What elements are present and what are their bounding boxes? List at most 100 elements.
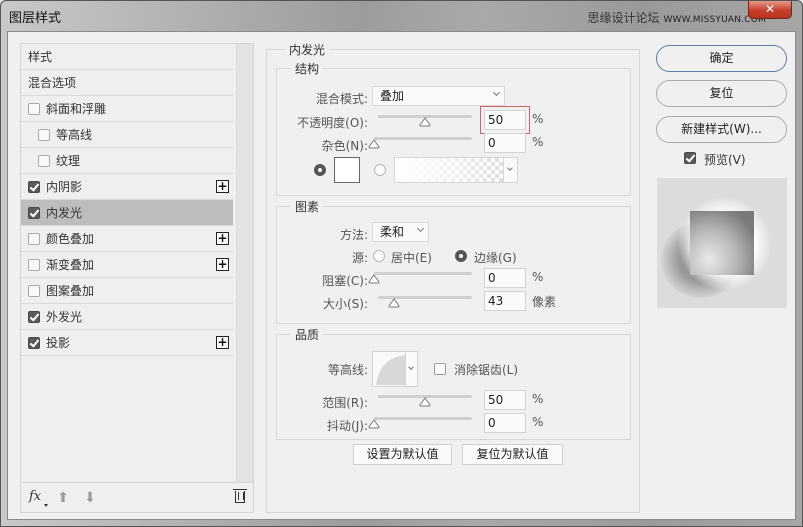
elements-legend: 图素 [291, 198, 324, 215]
style-list-item[interactable]: 图案叠加 [21, 278, 233, 304]
style-list-item[interactable]: 等高线 [21, 122, 233, 148]
size-slider[interactable] [378, 295, 472, 309]
add-effect-icon[interactable]: + [216, 180, 229, 193]
gradient-picker[interactable] [394, 157, 518, 183]
fx-icon[interactable]: fx [29, 489, 41, 504]
move-up-icon[interactable]: ⬆ [57, 491, 69, 505]
style-list-item[interactable]: 内阴影 + [21, 174, 233, 200]
reset-default-button[interactable]: 复位为默认值 [462, 444, 563, 465]
watermark-text: 思缘设计论坛 [587, 11, 660, 25]
add-effect-icon[interactable]: + [216, 336, 229, 349]
structure-group: 结构 混合模式: 叠加 不透明度(O): 50 % 杂色(N): 0 % [276, 60, 631, 196]
blend-mode-select[interactable]: 叠加 [372, 86, 505, 106]
style-list-item[interactable]: 内发光 [21, 200, 233, 226]
noise-input[interactable]: 0 [484, 133, 526, 153]
add-effect-icon[interactable]: + [216, 232, 229, 245]
style-checkbox[interactable] [28, 258, 40, 271]
chevron-down-icon [416, 224, 425, 233]
antialias-label[interactable]: 消除锯齿(L) [454, 361, 518, 378]
slider-track [374, 417, 472, 420]
style-checkbox[interactable] [28, 284, 40, 297]
size-label: 大小(S): [322, 297, 368, 311]
size-input[interactable]: 43 [484, 291, 526, 311]
method-select[interactable]: 柔和 [372, 222, 429, 242]
slider-thumb[interactable] [368, 419, 380, 429]
style-checkbox[interactable] [38, 154, 50, 167]
noise-slider[interactable] [368, 136, 472, 150]
style-list-item[interactable]: 渐变叠加 + [21, 252, 233, 278]
gradient-radio[interactable] [374, 164, 386, 176]
noise-label: 杂色(N): [321, 139, 368, 153]
style-list-scrollbar[interactable] [236, 44, 253, 482]
glow-color-swatch[interactable] [334, 157, 360, 183]
style-list: 样式混合选项斜面和浮雕等高线纹理内阴影 + 内发光 颜色叠加 + 渐变叠加 + 图案叠加外发光… [20, 43, 254, 513]
slider-thumb[interactable] [419, 397, 431, 407]
slider-thumb[interactable] [388, 298, 400, 308]
preview-checkbox[interactable] [684, 152, 696, 164]
add-effect-icon[interactable]: + [216, 258, 229, 271]
choke-slider[interactable] [368, 271, 472, 285]
style-list-item-label: 渐变叠加 [46, 258, 95, 272]
contour-curve-icon [376, 355, 406, 385]
choke-input[interactable]: 0 [484, 268, 526, 288]
new-style-button[interactable]: 新建样式(W)... [656, 116, 787, 143]
style-list-item[interactable]: 样式 [21, 44, 233, 70]
solid-color-radio[interactable] [314, 164, 326, 176]
slider-thumb[interactable] [419, 117, 431, 127]
chevron-down-icon [408, 364, 414, 370]
move-down-icon[interactable]: ⬇ [84, 491, 96, 505]
preview-label[interactable]: 预览(V) [704, 151, 746, 168]
contour-dropdown-button[interactable] [405, 352, 417, 386]
style-list-item[interactable]: 投影 + [21, 330, 233, 356]
style-list-item-label: 外发光 [46, 310, 83, 324]
dialog-title: 图层样式 [9, 11, 62, 26]
style-list-item[interactable]: 颜色叠加 + [21, 226, 233, 252]
style-checkbox[interactable] [38, 128, 50, 141]
contour-picker[interactable] [372, 351, 418, 387]
style-checkbox[interactable] [28, 336, 40, 349]
trash-icon[interactable] [233, 489, 247, 503]
source-center-radio[interactable] [373, 250, 385, 262]
method-label: 方法: [339, 228, 368, 242]
style-checkbox[interactable] [28, 102, 40, 115]
slider-thumb[interactable] [368, 274, 380, 284]
ok-button[interactable]: 确定 [656, 45, 787, 72]
style-list-item[interactable]: 外发光 [21, 304, 233, 330]
inner-glow-group: 内发光 结构 混合模式: 叠加 不透明度(O): 50 % 杂色(N): 0 %… [266, 41, 640, 513]
style-checkbox[interactable] [28, 180, 40, 193]
style-list-footer: fx ⬆ ⬇ [21, 482, 253, 512]
opacity-slider[interactable] [378, 114, 472, 128]
range-input[interactable]: 50 [484, 390, 526, 410]
jitter-slider[interactable] [368, 416, 472, 430]
choke-unit: % [532, 270, 544, 284]
source-center-label[interactable]: 居中(E) [391, 249, 432, 266]
range-slider[interactable] [378, 394, 472, 408]
reset-button[interactable]: 复位 [656, 80, 787, 107]
style-checkbox[interactable] [28, 206, 40, 219]
jitter-input[interactable]: 0 [484, 413, 526, 433]
style-list-item-label: 纹理 [56, 154, 81, 168]
gradient-dropdown-button[interactable] [503, 158, 517, 182]
style-list-item-label: 投影 [46, 336, 71, 350]
style-list-item-label: 斜面和浮雕 [46, 102, 107, 116]
style-list-item-label: 样式 [28, 50, 53, 64]
dialog-body: 样式混合选项斜面和浮雕等高线纹理内阴影 + 内发光 颜色叠加 + 渐变叠加 + 图案叠加外发光… [7, 31, 796, 520]
style-checkbox[interactable] [28, 232, 40, 245]
fx-dropdown-caret-icon[interactable] [44, 504, 48, 507]
style-checkbox[interactable] [28, 310, 40, 323]
opacity-input[interactable]: 50 [480, 106, 530, 134]
slider-thumb[interactable] [368, 139, 380, 149]
close-button[interactable]: ✕ [748, 1, 792, 19]
make-default-button[interactable]: 设置为默认值 [353, 444, 452, 465]
style-list-item[interactable]: 混合选项 [21, 70, 233, 96]
style-list-item[interactable]: 纹理 [21, 148, 233, 174]
style-list-item-label: 图案叠加 [46, 284, 95, 298]
antialias-checkbox[interactable] [434, 363, 446, 375]
noise-unit: % [532, 135, 544, 149]
blend-mode-value: 叠加 [380, 89, 405, 103]
range-unit: % [532, 392, 544, 406]
title-bar[interactable]: 图层样式 思缘设计论坛 WWW.MISSYUAN.COM ✕ [1, 1, 802, 31]
source-edge-label[interactable]: 边缘(G) [474, 249, 517, 266]
style-list-item[interactable]: 斜面和浮雕 [21, 96, 233, 122]
source-edge-radio[interactable] [455, 250, 467, 262]
